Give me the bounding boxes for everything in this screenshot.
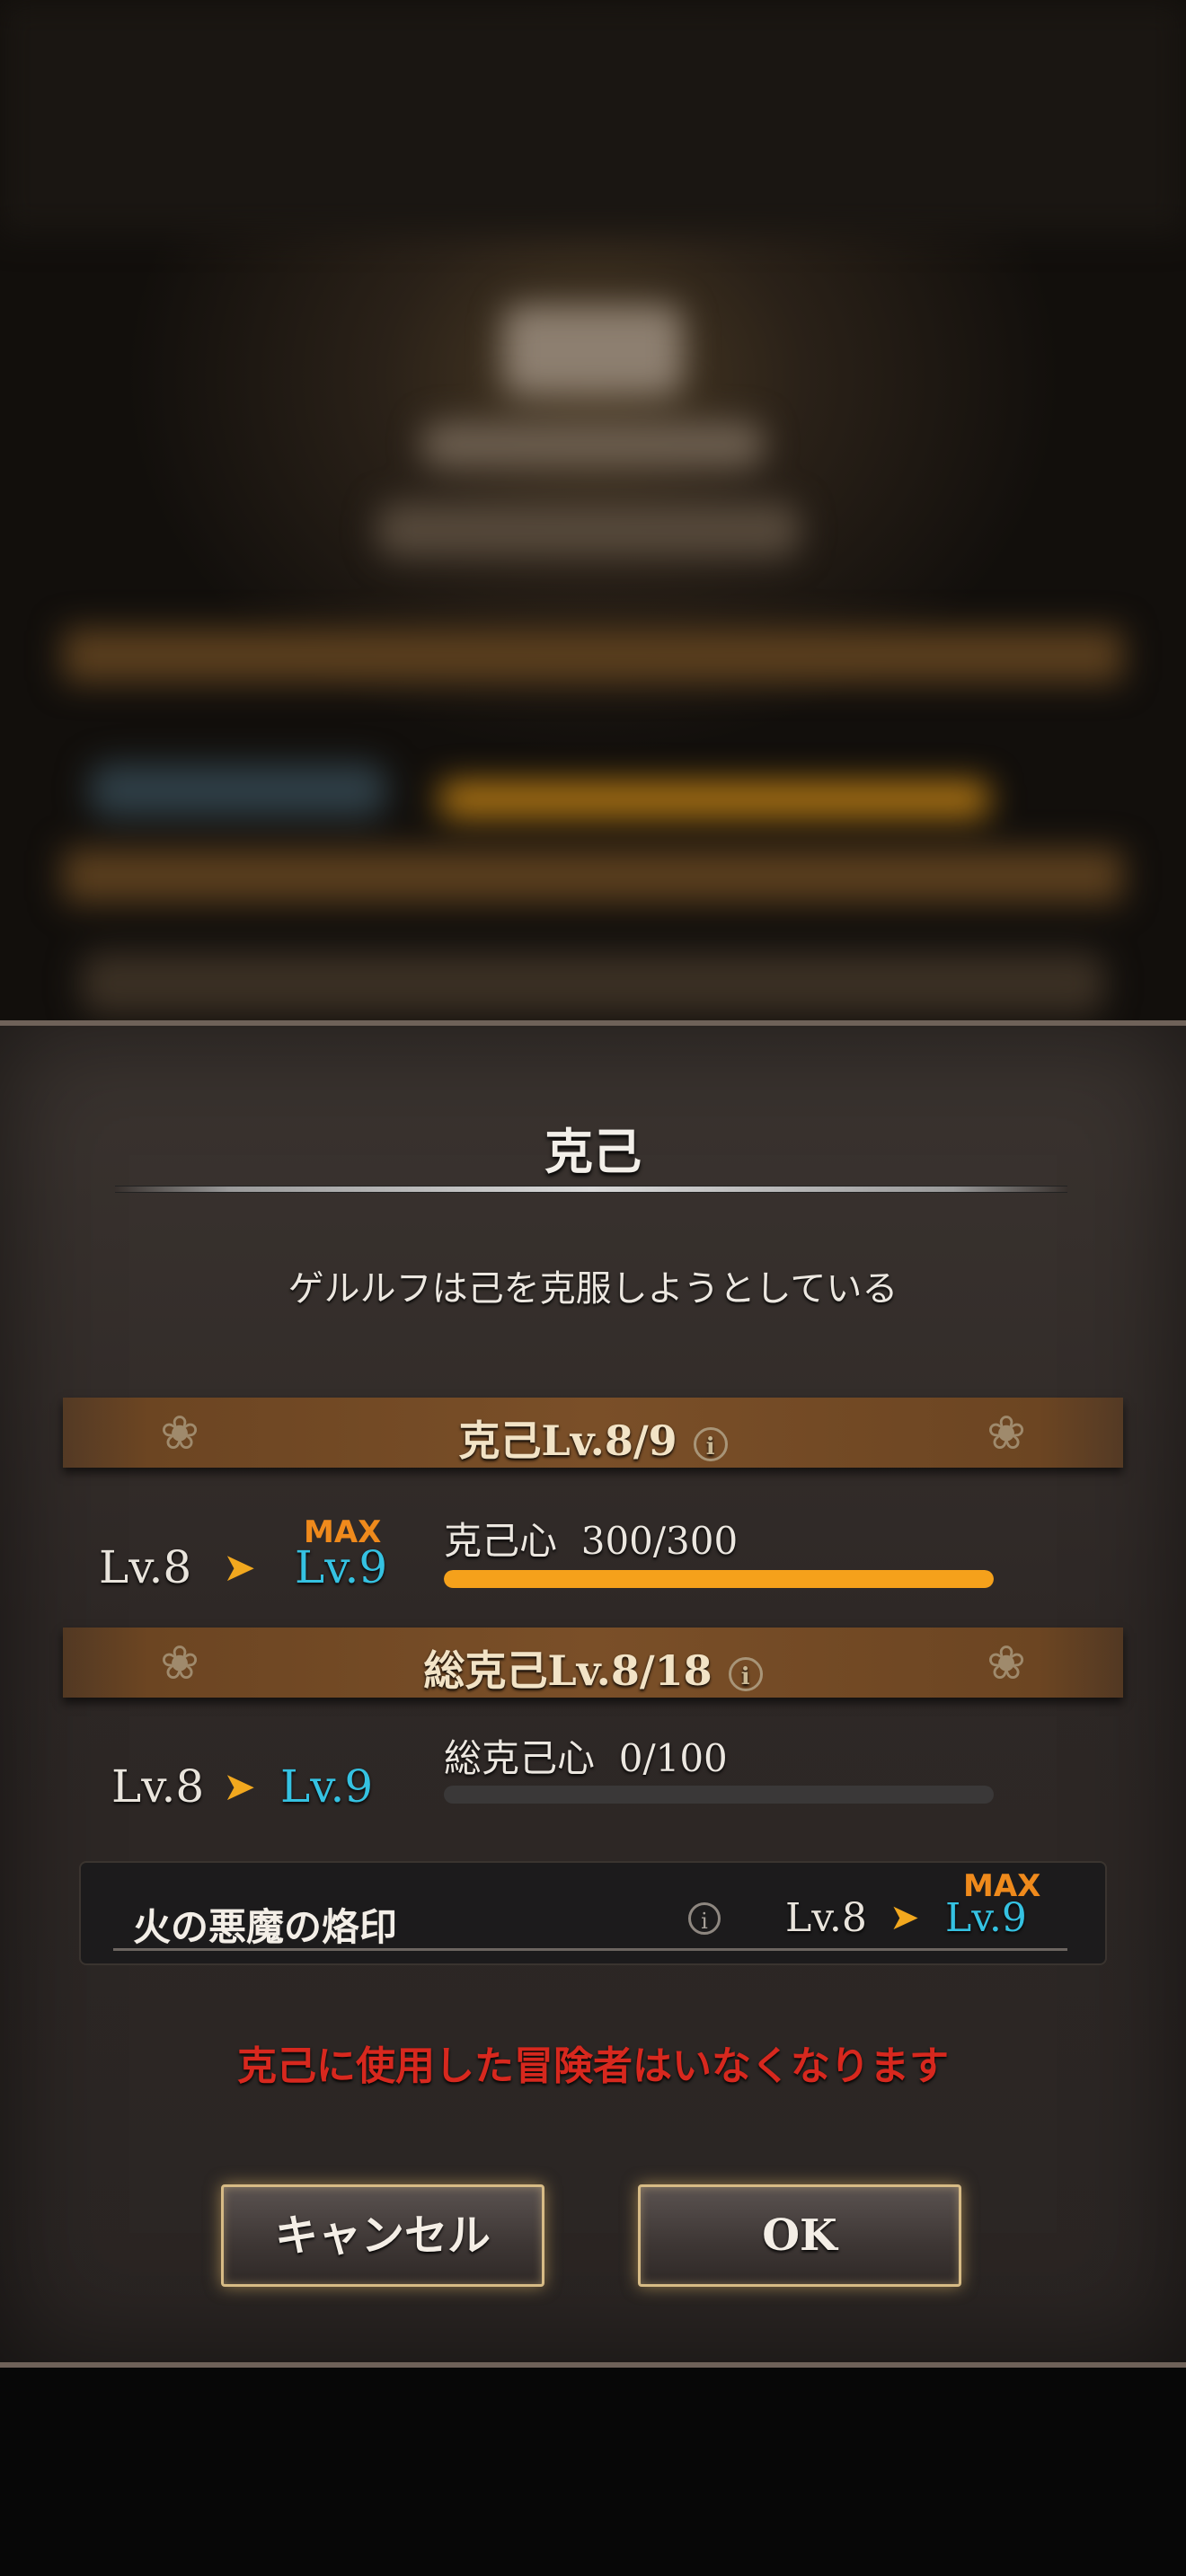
gauge-label: 克己心 300/300 bbox=[444, 1511, 738, 1566]
gauge-value: 0/100 bbox=[618, 1736, 728, 1780]
overcome-gauge bbox=[444, 1570, 994, 1588]
ornament-right-icon: ❀ bbox=[987, 1636, 1026, 1690]
title-divider bbox=[115, 1186, 1067, 1193]
arrow-right-icon: ➤ bbox=[223, 1764, 256, 1810]
brand-underline bbox=[113, 1948, 1067, 1951]
gauge-value: 300/300 bbox=[580, 1519, 739, 1563]
brand-row: 火の悪魔の烙印 i MAX Lv.8 ➤ Lv.9 bbox=[79, 1861, 1107, 1965]
blurred-background bbox=[0, 0, 1186, 1024]
gauge-name: 克己心 bbox=[444, 1519, 558, 1563]
info-icon[interactable]: i bbox=[693, 1427, 728, 1461]
info-icon[interactable]: i bbox=[688, 1902, 721, 1935]
brand-name: 火の悪魔の烙印 bbox=[133, 1905, 398, 1949]
warning-message: 克己に使用した冒険者はいなくなります bbox=[237, 2043, 949, 2089]
info-icon[interactable]: i bbox=[728, 1657, 763, 1691]
total-overcome-gauge bbox=[444, 1786, 994, 1804]
overcome-dialog: 克己 ゲルルフは己を克服しようとしている ❀ 克己Lv.8/9 i ❀ Lv.8 … bbox=[0, 1020, 1186, 2368]
dialog-title: 克己 bbox=[544, 1124, 642, 1180]
brand-current-level: Lv.8 bbox=[785, 1895, 867, 1941]
arrow-right-icon: ➤ bbox=[890, 1897, 920, 1938]
overcome-level-header: ❀ 克己Lv.8/9 i ❀ bbox=[63, 1398, 1123, 1468]
total-overcome-level-header: ❀ 総克己Lv.8/18 i ❀ bbox=[63, 1628, 1123, 1698]
total-current-level: Lv.8 bbox=[111, 1760, 205, 1813]
overcome-level-label: 克己Lv.8/9 bbox=[458, 1416, 677, 1465]
dimmed-background-bottom bbox=[0, 2368, 1186, 2576]
gauge-name: 総克己心 bbox=[444, 1736, 596, 1780]
ornament-right-icon: ❀ bbox=[987, 1407, 1026, 1460]
total-gauge-label: 総克己心 0/100 bbox=[444, 1728, 728, 1783]
brand-next-level: Lv.9 bbox=[945, 1895, 1027, 1941]
total-next-level: Lv.9 bbox=[280, 1760, 374, 1813]
dialog-subtitle: ゲルルフは己を克服しようとしている bbox=[288, 1268, 898, 1310]
ok-button[interactable]: OK bbox=[638, 2184, 961, 2287]
total-overcome-level-label: 総克己Lv.8/18 bbox=[423, 1646, 712, 1695]
next-level: Lv.9 bbox=[295, 1541, 388, 1593]
arrow-right-icon: ➤ bbox=[223, 1545, 256, 1591]
current-level: Lv.8 bbox=[99, 1541, 192, 1593]
cancel-button[interactable]: キャンセル bbox=[221, 2184, 544, 2287]
gauge-fill bbox=[444, 1570, 994, 1588]
